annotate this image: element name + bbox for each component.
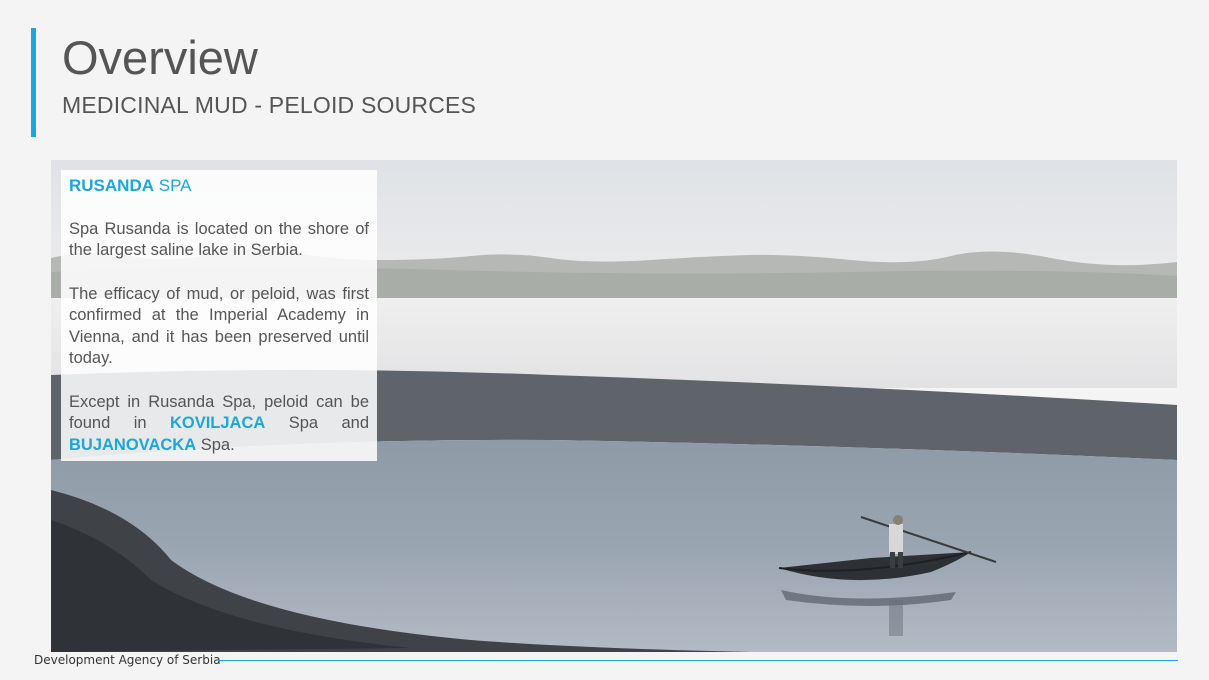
title-accent-bar xyxy=(31,28,36,137)
slide-title: Overview xyxy=(62,31,258,84)
footer-divider xyxy=(218,660,1178,661)
card-paragraph-3: Except in Rusanda Spa, peloid can be fou… xyxy=(69,392,369,457)
info-card: RUSANDA SPA Spa Rusanda is located on th… xyxy=(61,170,377,461)
card-paragraph-1: Spa Rusanda is located on the shore of t… xyxy=(69,219,369,260)
koviljaca-highlight: KOVILJACA xyxy=(169,414,266,432)
slide-subtitle: MEDICINAL MUD - PELOID SOURCES xyxy=(62,92,477,118)
card-heading-bold: RUSANDA xyxy=(69,176,154,195)
paragraph-3-text-3: Spa. xyxy=(196,435,235,454)
footer-label: Development Agency of Serbia xyxy=(34,653,221,667)
card-heading-light: SPA xyxy=(158,176,192,195)
bujanovacka-highlight: BUJANOVACKA xyxy=(69,435,197,454)
card-heading: RUSANDA SPA xyxy=(69,175,369,197)
card-paragraph-2: The efficacy of mud, or peloid, was firs… xyxy=(69,284,369,368)
paragraph-3-text-2: Spa and xyxy=(265,414,369,432)
